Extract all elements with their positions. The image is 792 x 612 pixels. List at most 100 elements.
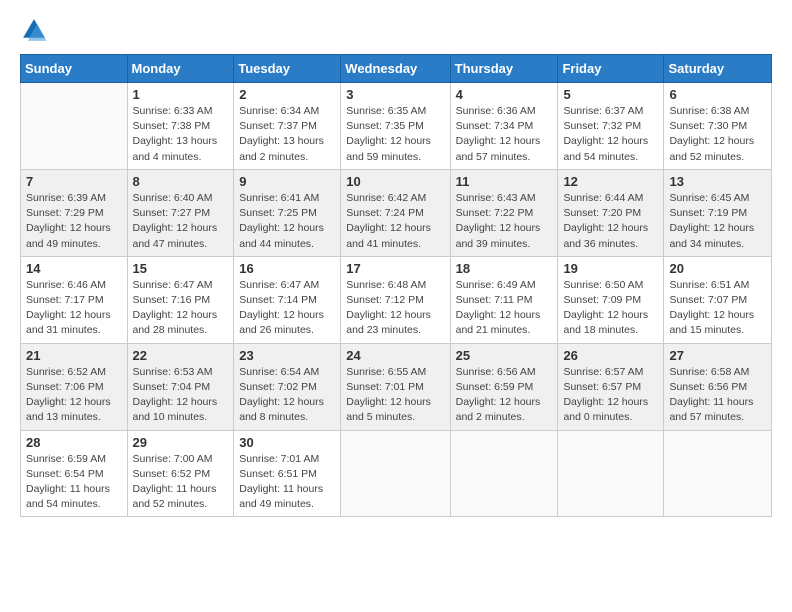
calendar-cell: 20 Sunrise: 6:51 AMSunset: 7:07 PMDayligh… xyxy=(664,256,772,343)
col-header-tuesday: Tuesday xyxy=(234,55,341,83)
sun-info: Sunrise: 6:39 AMSunset: 7:29 PMDaylight:… xyxy=(26,191,122,252)
sun-info: Sunrise: 6:57 AMSunset: 6:57 PMDaylight:… xyxy=(563,365,658,426)
calendar-cell xyxy=(341,430,450,517)
col-header-friday: Friday xyxy=(558,55,664,83)
sun-info: Sunrise: 7:01 AMSunset: 6:51 PMDaylight:… xyxy=(239,452,335,513)
calendar-cell xyxy=(664,430,772,517)
day-number: 19 xyxy=(563,261,658,276)
sun-info: Sunrise: 6:49 AMSunset: 7:11 PMDaylight:… xyxy=(456,278,553,339)
calendar-cell: 1 Sunrise: 6:33 AMSunset: 7:38 PMDaylight… xyxy=(127,83,234,170)
page: SundayMondayTuesdayWednesdayThursdayFrid… xyxy=(0,0,792,612)
day-number: 1 xyxy=(133,87,229,102)
calendar-cell xyxy=(450,430,558,517)
sun-info: Sunrise: 6:51 AMSunset: 7:07 PMDaylight:… xyxy=(669,278,766,339)
sun-info: Sunrise: 6:53 AMSunset: 7:04 PMDaylight:… xyxy=(133,365,229,426)
sun-info: Sunrise: 6:41 AMSunset: 7:25 PMDaylight:… xyxy=(239,191,335,252)
sun-info: Sunrise: 7:00 AMSunset: 6:52 PMDaylight:… xyxy=(133,452,229,513)
day-number: 16 xyxy=(239,261,335,276)
calendar-cell: 17 Sunrise: 6:48 AMSunset: 7:12 PMDayligh… xyxy=(341,256,450,343)
calendar-cell: 21Sunrise: 6:52 AMSunset: 7:06 PMDayligh… xyxy=(21,343,128,430)
calendar-cell: 14 Sunrise: 6:46 AMSunset: 7:17 PMDayligh… xyxy=(21,256,128,343)
col-header-wednesday: Wednesday xyxy=(341,55,450,83)
day-number: 22 xyxy=(133,348,229,363)
day-number: 27 xyxy=(669,348,766,363)
day-number: 26 xyxy=(563,348,658,363)
sun-info: Sunrise: 6:38 AMSunset: 7:30 PMDaylight:… xyxy=(669,104,766,165)
calendar-week-row: 28Sunrise: 6:59 AMSunset: 6:54 PMDayligh… xyxy=(21,430,772,517)
day-number: 17 xyxy=(346,261,444,276)
sun-info: Sunrise: 6:47 AMSunset: 7:14 PMDaylight:… xyxy=(239,278,335,339)
sun-info: Sunrise: 6:44 AMSunset: 7:20 PMDaylight:… xyxy=(563,191,658,252)
calendar-cell: 10 Sunrise: 6:42 AMSunset: 7:24 PMDayligh… xyxy=(341,169,450,256)
logo xyxy=(20,16,52,44)
calendar-cell: 11Sunrise: 6:43 AMSunset: 7:22 PMDayligh… xyxy=(450,169,558,256)
calendar-cell: 22 Sunrise: 6:53 AMSunset: 7:04 PMDayligh… xyxy=(127,343,234,430)
calendar-cell: 30Sunrise: 7:01 AMSunset: 6:51 PMDayligh… xyxy=(234,430,341,517)
calendar-cell: 2 Sunrise: 6:34 AMSunset: 7:37 PMDaylight… xyxy=(234,83,341,170)
sun-info: Sunrise: 6:42 AMSunset: 7:24 PMDaylight:… xyxy=(346,191,444,252)
calendar-week-row: 7 Sunrise: 6:39 AMSunset: 7:29 PMDaylight… xyxy=(21,169,772,256)
day-number: 8 xyxy=(133,174,229,189)
day-number: 20 xyxy=(669,261,766,276)
calendar-cell: 23 Sunrise: 6:54 AMSunset: 7:02 PMDayligh… xyxy=(234,343,341,430)
calendar-cell: 27 Sunrise: 6:58 AMSunset: 6:56 PMDayligh… xyxy=(664,343,772,430)
calendar-cell: 16 Sunrise: 6:47 AMSunset: 7:14 PMDayligh… xyxy=(234,256,341,343)
calendar-cell: 26 Sunrise: 6:57 AMSunset: 6:57 PMDayligh… xyxy=(558,343,664,430)
sun-info: Sunrise: 6:47 AMSunset: 7:16 PMDaylight:… xyxy=(133,278,229,339)
calendar-cell: 12 Sunrise: 6:44 AMSunset: 7:20 PMDayligh… xyxy=(558,169,664,256)
sun-info: Sunrise: 6:50 AMSunset: 7:09 PMDaylight:… xyxy=(563,278,658,339)
calendar-cell: 29 Sunrise: 7:00 AMSunset: 6:52 PMDayligh… xyxy=(127,430,234,517)
day-number: 10 xyxy=(346,174,444,189)
day-number: 18 xyxy=(456,261,553,276)
calendar-cell: 25 Sunrise: 6:56 AMSunset: 6:59 PMDayligh… xyxy=(450,343,558,430)
calendar-cell: 5 Sunrise: 6:37 AMSunset: 7:32 PMDaylight… xyxy=(558,83,664,170)
day-number: 12 xyxy=(563,174,658,189)
calendar-cell xyxy=(558,430,664,517)
sun-info: Sunrise: 6:45 AMSunset: 7:19 PMDaylight:… xyxy=(669,191,766,252)
calendar-week-row: 14 Sunrise: 6:46 AMSunset: 7:17 PMDayligh… xyxy=(21,256,772,343)
calendar-cell: 13 Sunrise: 6:45 AMSunset: 7:19 PMDayligh… xyxy=(664,169,772,256)
sun-info: Sunrise: 6:35 AMSunset: 7:35 PMDaylight:… xyxy=(346,104,444,165)
calendar-cell: 3 Sunrise: 6:35 AMSunset: 7:35 PMDaylight… xyxy=(341,83,450,170)
sun-info: Sunrise: 6:52 AMSunset: 7:06 PMDaylight:… xyxy=(26,365,122,426)
sun-info: Sunrise: 6:56 AMSunset: 6:59 PMDaylight:… xyxy=(456,365,553,426)
logo-icon xyxy=(20,16,48,44)
day-number: 24 xyxy=(346,348,444,363)
sun-info: Sunrise: 6:36 AMSunset: 7:34 PMDaylight:… xyxy=(456,104,553,165)
day-number: 9 xyxy=(239,174,335,189)
day-number: 25 xyxy=(456,348,553,363)
sun-info: Sunrise: 6:46 AMSunset: 7:17 PMDaylight:… xyxy=(26,278,122,339)
sun-info: Sunrise: 6:37 AMSunset: 7:32 PMDaylight:… xyxy=(563,104,658,165)
col-header-saturday: Saturday xyxy=(664,55,772,83)
calendar-cell: 7 Sunrise: 6:39 AMSunset: 7:29 PMDaylight… xyxy=(21,169,128,256)
sun-info: Sunrise: 6:33 AMSunset: 7:38 PMDaylight:… xyxy=(133,104,229,165)
day-number: 7 xyxy=(26,174,122,189)
calendar-header-row: SundayMondayTuesdayWednesdayThursdayFrid… xyxy=(21,55,772,83)
sun-info: Sunrise: 6:34 AMSunset: 7:37 PMDaylight:… xyxy=(239,104,335,165)
day-number: 4 xyxy=(456,87,553,102)
calendar-week-row: 21Sunrise: 6:52 AMSunset: 7:06 PMDayligh… xyxy=(21,343,772,430)
sun-info: Sunrise: 6:48 AMSunset: 7:12 PMDaylight:… xyxy=(346,278,444,339)
day-number: 13 xyxy=(669,174,766,189)
day-number: 2 xyxy=(239,87,335,102)
calendar-cell: 15Sunrise: 6:47 AMSunset: 7:16 PMDayligh… xyxy=(127,256,234,343)
day-number: 28 xyxy=(26,435,122,450)
col-header-thursday: Thursday xyxy=(450,55,558,83)
calendar-cell xyxy=(21,83,128,170)
sun-info: Sunrise: 6:43 AMSunset: 7:22 PMDaylight:… xyxy=(456,191,553,252)
calendar-week-row: 1 Sunrise: 6:33 AMSunset: 7:38 PMDaylight… xyxy=(21,83,772,170)
day-number: 14 xyxy=(26,261,122,276)
day-number: 6 xyxy=(669,87,766,102)
calendar-cell: 6 Sunrise: 6:38 AMSunset: 7:30 PMDaylight… xyxy=(664,83,772,170)
day-number: 3 xyxy=(346,87,444,102)
sun-info: Sunrise: 6:54 AMSunset: 7:02 PMDaylight:… xyxy=(239,365,335,426)
calendar: SundayMondayTuesdayWednesdayThursdayFrid… xyxy=(20,54,772,517)
calendar-cell: 4 Sunrise: 6:36 AMSunset: 7:34 PMDaylight… xyxy=(450,83,558,170)
col-header-monday: Monday xyxy=(127,55,234,83)
sun-info: Sunrise: 6:58 AMSunset: 6:56 PMDaylight:… xyxy=(669,365,766,426)
day-number: 5 xyxy=(563,87,658,102)
sun-info: Sunrise: 6:40 AMSunset: 7:27 PMDaylight:… xyxy=(133,191,229,252)
day-number: 23 xyxy=(239,348,335,363)
day-number: 29 xyxy=(133,435,229,450)
col-header-sunday: Sunday xyxy=(21,55,128,83)
